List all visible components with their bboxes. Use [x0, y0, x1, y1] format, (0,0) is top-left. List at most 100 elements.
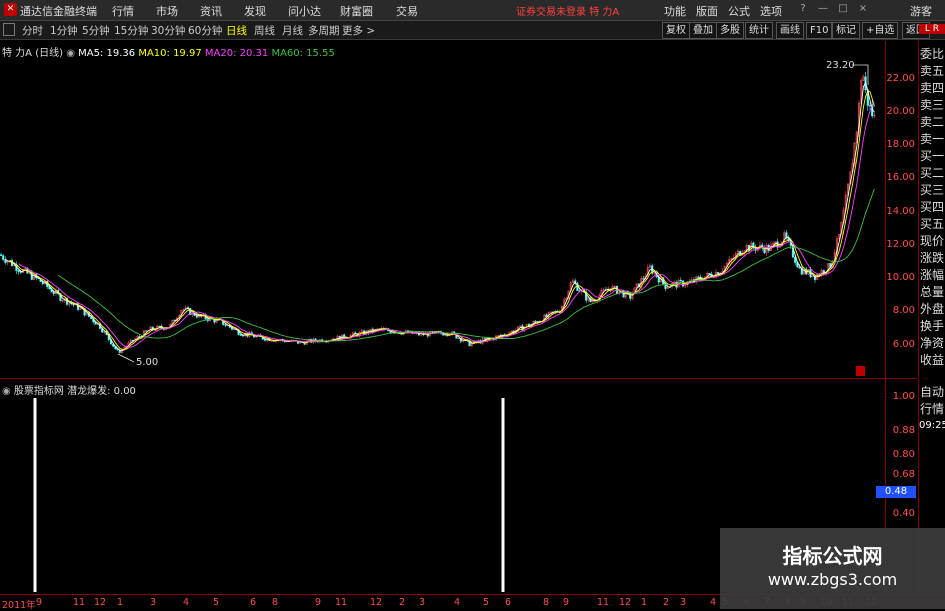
period-timeshare[interactable]: 分时 — [22, 23, 43, 38]
date-label: 3 — [680, 597, 687, 608]
side-panel-item[interactable]: 买二 — [919, 165, 945, 182]
period-weekly[interactable]: 周线 — [254, 23, 275, 38]
side-panel-item[interactable]: 卖四 — [919, 80, 945, 97]
date-label: 5 — [483, 597, 490, 608]
date-label: 1 — [117, 597, 124, 608]
candle-body — [0, 254, 3, 256]
ind-y-tick: 1.00 — [892, 391, 915, 402]
y-tick: 22.00 — [886, 73, 915, 84]
ma5-label: MA5: 19.36 — [78, 48, 136, 59]
auto-label[interactable]: 自动 — [919, 384, 945, 401]
candle-body — [263, 338, 267, 341]
settings-icon[interactable]: ◉ — [2, 386, 11, 397]
period-60min[interactable]: 60分钟 — [188, 23, 222, 38]
menu-wealth[interactable]: 财富圈 — [340, 3, 373, 19]
signal-bar — [33, 398, 37, 592]
period-5min[interactable]: 5分钟 — [82, 23, 110, 38]
menu-market[interactable]: 市场 — [156, 3, 178, 19]
app-title: 通达信金融终端 — [20, 5, 97, 18]
quote-label[interactable]: 行情 — [919, 401, 945, 418]
ind-y-tick: 0.68 — [892, 469, 915, 480]
date-label: 12 — [370, 597, 383, 608]
login-status[interactable]: 证券交易未登录 特 力A — [516, 3, 619, 18]
menu-formula[interactable]: 公式 — [728, 3, 750, 19]
stock-name: 特 力A (日线) — [2, 48, 64, 59]
side-panel-item[interactable]: 总量 — [919, 284, 945, 301]
toolbar-f10[interactable]: F10 — [806, 22, 833, 39]
minimize-icon[interactable]: — — [816, 3, 830, 16]
menu-options[interactable]: 选项 — [760, 3, 782, 19]
date-label: 3 — [419, 597, 426, 608]
side-panel-item[interactable]: 买四 — [919, 199, 945, 216]
pane-divider[interactable] — [0, 378, 917, 379]
side-panel-item[interactable]: 外盘 — [919, 301, 945, 318]
menu-layout[interactable]: 版面 — [696, 3, 718, 19]
y-tick: 8.00 — [892, 305, 915, 316]
period-daily[interactable]: 日线 — [226, 23, 247, 38]
period-multi[interactable]: 多周期 — [308, 23, 340, 38]
toolbar-multi[interactable]: 多股 — [716, 22, 744, 39]
period-1min[interactable]: 1分钟 — [50, 23, 78, 38]
low-price-label: 5.00 — [136, 357, 159, 368]
period-more[interactable]: 更多 > — [342, 23, 375, 38]
side-panel-item[interactable]: 收益 — [919, 352, 945, 369]
side-panel-item[interactable]: 涨幅 — [919, 267, 945, 284]
side-panel-item[interactable]: 卖三 — [919, 97, 945, 114]
candle-body — [224, 324, 227, 326]
kline-chart[interactable] — [0, 41, 885, 378]
panel-toggle[interactable]: L R — [919, 24, 945, 34]
high-price-label: 23.20 — [826, 60, 855, 71]
candle-body — [868, 105, 872, 107]
side-panel-item[interactable]: 买三 — [919, 182, 945, 199]
side-panel-item[interactable]: 现价 — [919, 233, 945, 250]
close-icon[interactable]: × — [856, 3, 870, 16]
menu-trade[interactable]: 交易 — [396, 3, 418, 19]
period-monthly[interactable]: 月线 — [282, 23, 303, 38]
toolbar-overlay[interactable]: 叠加 — [689, 22, 717, 39]
date-label: 1 — [641, 597, 648, 608]
low-pointer — [117, 353, 135, 363]
period-15min[interactable]: 15分钟 — [114, 23, 148, 38]
user-label[interactable]: 游客 — [910, 3, 932, 19]
date-label: 4 — [710, 597, 717, 608]
ma60-label: MA60: 15.55 — [271, 48, 335, 59]
side-panel-item[interactable]: 卖一 — [919, 131, 945, 148]
maximize-icon[interactable]: □ — [836, 3, 850, 16]
date-label: 9 — [563, 597, 570, 608]
help-icon[interactable]: ? — [796, 3, 810, 16]
ma20-label: MA20: 20.31 — [204, 48, 269, 59]
toolbar-draw[interactable]: 画线 — [776, 22, 804, 39]
period-30min[interactable]: 30分钟 — [151, 23, 185, 38]
date-label: 4 — [183, 597, 190, 608]
toolbar-add-watch[interactable]: +自选 — [862, 22, 899, 39]
settings-icon[interactable]: ◉ — [66, 48, 75, 59]
side-panel-item[interactable]: 卖二 — [919, 114, 945, 131]
side-panel-item[interactable]: 净资 — [919, 335, 945, 352]
date-label: 2 — [399, 597, 406, 608]
menu-discover[interactable]: 发现 — [244, 3, 266, 19]
side-panel-item[interactable]: 涨跌 — [919, 250, 945, 267]
toolbar-stats[interactable]: 统计 — [745, 22, 773, 39]
candle-body — [195, 315, 198, 318]
candle-body — [785, 232, 788, 238]
side-panel-item[interactable]: 卖五 — [919, 63, 945, 80]
expand-icon[interactable] — [3, 23, 15, 36]
toolbar-mark[interactable]: 标记 — [832, 22, 860, 39]
app-logo-icon: ✕ — [4, 3, 17, 16]
date-label: 12 — [619, 597, 632, 608]
side-panel-item[interactable]: 换手 — [919, 318, 945, 335]
toolbar-adjust[interactable]: 复权 — [662, 22, 690, 39]
menu-news[interactable]: 资讯 — [200, 3, 222, 19]
menu-quotes[interactable]: 行情 — [112, 3, 134, 19]
date-label: 8 — [543, 597, 550, 608]
ma10-line — [9, 90, 875, 351]
menu-functions[interactable]: 功能 — [664, 3, 686, 19]
indicator-value: 潜龙爆发: 0.00 — [67, 386, 136, 397]
side-panel-item[interactable]: 买一 — [919, 148, 945, 165]
main-info-line: 特 力A (日线) ◉ MA5: 19.36 MA10: 19.97 MA20:… — [2, 44, 335, 59]
ma5-line — [5, 81, 875, 352]
side-panel-item[interactable]: 买五 — [919, 216, 945, 233]
side-panel-item[interactable]: 委比 — [919, 46, 945, 63]
menu-ask[interactable]: 问小达 — [288, 3, 321, 19]
candle-body — [158, 325, 161, 327]
